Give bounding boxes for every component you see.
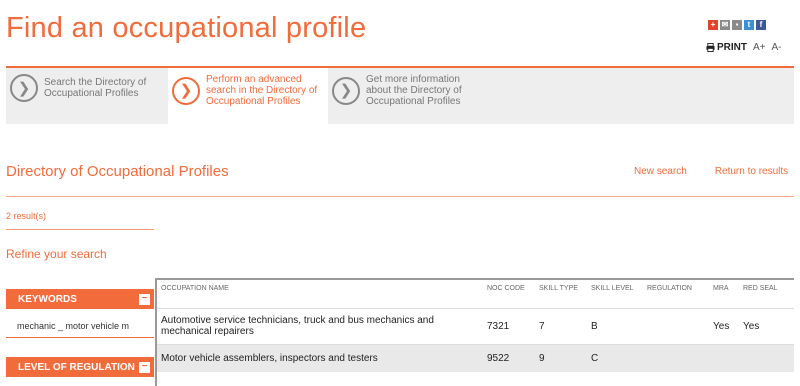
column-header-noc[interactable]: NOC CODE bbox=[483, 280, 535, 308]
mra: Yes bbox=[709, 307, 739, 344]
divider bbox=[6, 229, 154, 230]
keywords-label: KEYWORDS bbox=[18, 293, 77, 305]
plus-icon[interactable]: + bbox=[708, 20, 718, 30]
chevron-right-icon: ❯ bbox=[172, 76, 200, 105]
page-title: Find an occupational profile bbox=[6, 12, 367, 44]
divider bbox=[6, 196, 794, 197]
keywords-input[interactable]: mechanic _ motor vehicle m bbox=[6, 316, 154, 338]
print-label: PRINT bbox=[717, 42, 747, 53]
collapse-icon[interactable]: − bbox=[139, 293, 150, 305]
skill-level: B bbox=[587, 307, 643, 344]
column-header-occupation[interactable]: OCCUPATION NAME bbox=[157, 280, 483, 308]
directory-links: New search Return to results bbox=[634, 166, 788, 177]
column-header-red-seal[interactable]: RED SEAL bbox=[739, 280, 794, 308]
directory-title: Directory of Occupational Profiles bbox=[6, 163, 229, 180]
column-header-mra[interactable]: MRA bbox=[709, 280, 739, 308]
step-label: Get more information about the Directory… bbox=[366, 74, 462, 107]
step-advanced-search[interactable]: ❯ Perform an advanced search in the Dire… bbox=[172, 74, 324, 107]
table-row[interactable]: Automotive service technicians, truck an… bbox=[157, 307, 794, 344]
step-search[interactable]: ❯ Search the Directory of Occupational P… bbox=[10, 74, 162, 102]
noc-code: 9522 bbox=[483, 343, 535, 372]
regulation bbox=[643, 343, 709, 372]
regulation bbox=[643, 307, 709, 344]
step-more-info[interactable]: ❯ Get more information about the Directo… bbox=[332, 74, 482, 107]
font-decrease-button[interactable]: A- bbox=[772, 42, 782, 53]
column-header-skill-level[interactable]: SKILL LEVEL bbox=[587, 280, 643, 308]
font-increase-button[interactable]: A+ bbox=[753, 42, 766, 53]
collapse-icon[interactable]: − bbox=[139, 361, 150, 373]
column-header-skill-type[interactable]: SKILL TYPE bbox=[535, 280, 587, 308]
regulation-filter-header[interactable]: LEVEL OF REGULATION − bbox=[6, 357, 154, 377]
new-search-link[interactable]: New search bbox=[634, 166, 687, 177]
red-seal bbox=[739, 343, 794, 372]
keywords-filter-header[interactable]: KEYWORDS − bbox=[6, 289, 154, 309]
table-row[interactable]: Motor vehicle assemblers, inspectors and… bbox=[157, 343, 794, 372]
red-seal: Yes bbox=[739, 307, 794, 344]
chevron-right-icon: ❯ bbox=[10, 74, 38, 102]
mra bbox=[709, 343, 739, 372]
printer-icon bbox=[706, 43, 715, 52]
twitter-icon[interactable]: t bbox=[744, 20, 754, 30]
step-label: Search the Directory of Occupational Pro… bbox=[44, 77, 147, 99]
results-count: 2 result(s) bbox=[6, 211, 47, 221]
share-bar: + ✉ ▪ t f bbox=[708, 20, 766, 30]
refine-title: Refine your search bbox=[6, 247, 107, 261]
skill-type: 7 bbox=[535, 307, 587, 344]
print-button[interactable]: PRINT bbox=[706, 42, 747, 53]
occupation-name-link[interactable]: Motor vehicle assemblers, inspectors and… bbox=[157, 343, 483, 372]
skill-level: C bbox=[587, 343, 643, 372]
page-tools: PRINT A+ A- bbox=[706, 42, 782, 53]
skill-type: 9 bbox=[535, 343, 587, 372]
step-navigation: ❯ Search the Directory of Occupational P… bbox=[6, 66, 794, 124]
return-to-results-link[interactable]: Return to results bbox=[715, 166, 788, 177]
results-table: OCCUPATION NAME NOC CODE SKILL TYPE SKIL… bbox=[155, 278, 794, 386]
step-label: Perform an advanced search in the Direct… bbox=[206, 74, 318, 107]
email-icon[interactable]: ✉ bbox=[720, 20, 730, 30]
regulation-label: LEVEL OF REGULATION bbox=[18, 361, 135, 373]
chevron-right-icon: ❯ bbox=[332, 76, 360, 105]
occupation-name-link[interactable]: Automotive service technicians, truck an… bbox=[157, 307, 483, 344]
noc-code: 7321 bbox=[483, 307, 535, 344]
facebook-icon[interactable]: f bbox=[756, 20, 766, 30]
column-header-regulation[interactable]: REGULATION bbox=[643, 280, 709, 308]
share-icon[interactable]: ▪ bbox=[732, 20, 742, 30]
